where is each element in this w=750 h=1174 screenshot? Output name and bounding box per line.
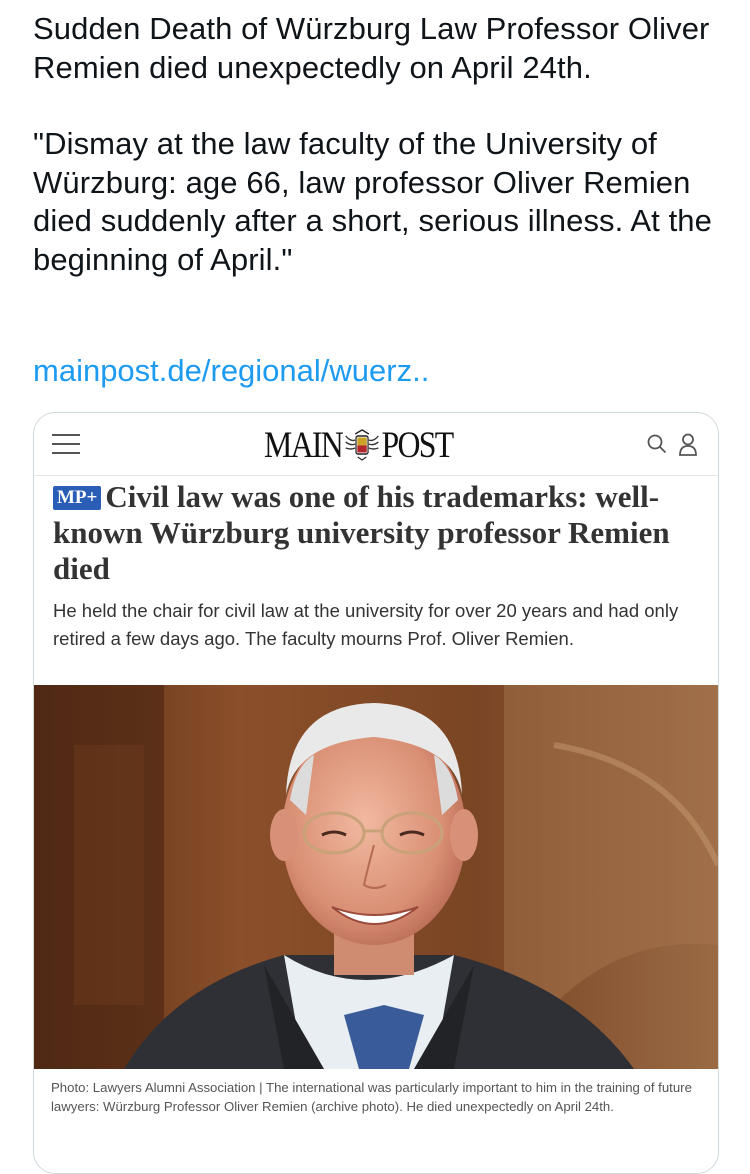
- site-header: MAIN POST: [34, 413, 718, 476]
- headline-text: Civil law was one of his trademarks: wel…: [53, 479, 670, 586]
- article-teaser: He held the chair for civil law at the u…: [53, 600, 679, 649]
- coat-of-arms-icon: [344, 429, 379, 461]
- professor-photo: [34, 685, 718, 1069]
- header-actions: [646, 433, 698, 457]
- article-link[interactable]: mainpost.de/regional/wuerz..: [33, 352, 429, 390]
- site-logo[interactable]: MAIN POST: [264, 424, 455, 466]
- user-icon[interactable]: [678, 433, 698, 457]
- link-preview-card[interactable]: MAIN POST MP+ Civil law was one of his t…: [33, 412, 719, 1174]
- premium-badge: MP+: [53, 486, 102, 510]
- tweet-paragraph-1: Sudden Death of Würzburg Law Professor O…: [33, 11, 710, 85]
- photo-caption: Photo: Lawyers Alumni Association | The …: [51, 1080, 692, 1114]
- tweet-text: Sudden Death of Würzburg Law Professor O…: [33, 10, 723, 279]
- search-icon[interactable]: [646, 433, 668, 455]
- logo-text-main: MAIN: [264, 424, 344, 466]
- logo-text-post: POST: [381, 424, 455, 466]
- tweet-paragraph-2: "Dismay at the law faculty of the Univer…: [33, 126, 712, 277]
- hamburger-menu-icon[interactable]: [52, 434, 80, 456]
- article-headline[interactable]: MP+ Civil law was one of his trademarks: …: [53, 479, 713, 587]
